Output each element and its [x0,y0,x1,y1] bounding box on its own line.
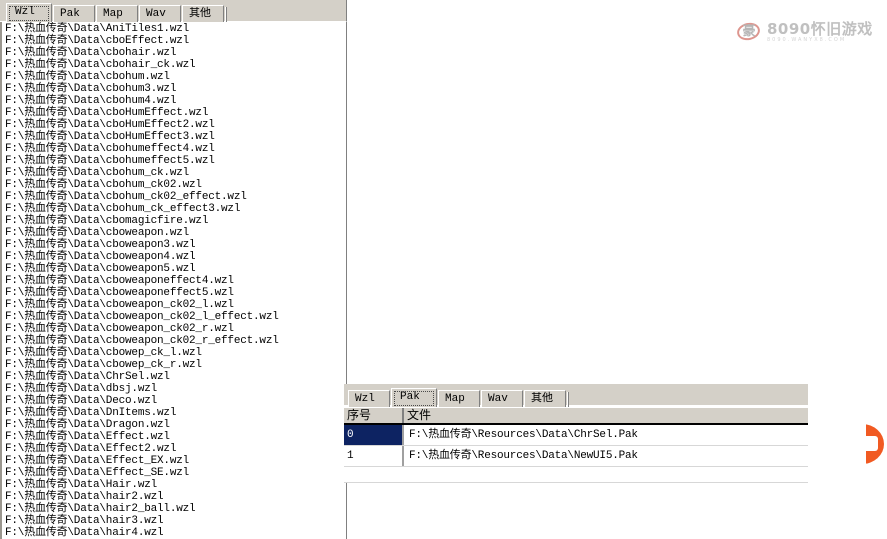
wzl-file-list-rows: F:\热血传奇\Data\AniTiles1.wzl F:\热血传奇\Data\c… [2,22,346,539]
wzl-list-item[interactable]: F:\热血传奇\Data\dbsj.wzl [5,383,346,395]
column-header-index[interactable]: 序号 [344,408,404,423]
logo-glyph: 豪 [742,24,756,39]
wzl-list-item[interactable]: F:\热血传奇\Data\cboweapon.wzl [5,227,346,239]
pak-row-file: F:\热血传奇\Resources\Data\NewUI5.Pak [409,450,638,462]
watermark-title: 8090怀旧游戏 [767,19,873,38]
wzl-list-item[interactable]: F:\热血传奇\Data\cbohumeffect5.wzl [5,155,346,167]
wzl-list-item[interactable]: F:\热血传奇\Data\cbohumeffect4.wzl [5,143,346,155]
pak-tab-wzl[interactable]: Wzl [348,390,390,407]
wzl-list-item[interactable]: F:\热血传奇\Data\cbohum_ck02_effect.wzl [5,191,346,203]
wzl-tab-strip: Wzl Pak Map Wav 其他 [0,0,347,22]
wzl-list-item[interactable]: F:\热血传奇\Data\cboweapon_ck02_r_effect.wzl [5,335,346,347]
edge-badge-notch [866,436,878,451]
tab-pak-label: Pak [60,8,80,20]
wzl-list-item[interactable]: F:\热血传奇\Data\cboEffect.wzl [5,35,346,47]
watermark-url: 8090.WANYX8.COM [767,36,847,43]
pak-row-file: F:\热血传奇\Resources\Data\ChrSel.Pak [409,429,638,441]
pak-grid-rows: 0 F:\热血传奇\Resources\Data\ChrSel.Pak 1 F:\热血… [344,425,808,467]
pak-tab-list: Wzl Pak Map Wav 其他 [348,388,570,407]
orange-edge-badge-icon [866,424,887,464]
wzl-list-item[interactable]: F:\热血传奇\Data\cboweapon4.wzl [5,251,346,263]
pak-row-index: 0 [344,425,404,445]
wzl-list-item[interactable]: F:\热血传奇\Data\cbohair_ck.wzl [5,59,346,71]
tab-wzl-label: Wzl [15,6,35,18]
wzl-list-item[interactable]: F:\热血传奇\Data\cbomagicfire.wzl [5,215,346,227]
wzl-list-item[interactable]: F:\热血传奇\Data\cboweaponeffect4.wzl [5,275,346,287]
pak-grid-row[interactable]: 0 F:\热血传奇\Resources\Data\ChrSel.Pak [344,425,808,446]
wzl-list-item[interactable]: F:\热血传奇\Data\cboweapon_ck02_l_effect.wzl [5,311,346,323]
wzl-list-item[interactable]: F:\热血传奇\Data\hair3.wzl [5,515,346,527]
pak-grid-header: 序号 文件 [344,407,808,425]
pak-grid-empty-row [344,467,808,483]
pak-tab-strip: Wzl Pak Map Wav 其他 [344,384,808,407]
site-watermark: 豪 8090怀旧游戏 8090.WANYX8.COM [735,19,880,45]
wzl-list-item[interactable]: F:\热血传奇\Data\cbohair.wzl [5,47,346,59]
tab-map[interactable]: Map [96,5,138,22]
wzl-list-item[interactable]: F:\热血传奇\Data\cbohum_ck02.wzl [5,179,346,191]
wzl-list-item[interactable]: F:\热血传奇\Data\ChrSel.wzl [5,371,346,383]
wzl-window: Wzl Pak Map Wav 其他 F:\热血传奇\Data\AniTiles… [0,0,347,539]
wzl-list-item[interactable]: F:\热血传奇\Data\DnItems.wzl [5,407,346,419]
wzl-list-item[interactable]: F:\热血传奇\Data\Effect.wzl [5,431,346,443]
wzl-list-item[interactable]: F:\热血传奇\Data\Dragon.wzl [5,419,346,431]
wzl-list-item[interactable]: F:\热血传奇\Data\Hair.wzl [5,479,346,491]
wzl-list-item[interactable]: F:\热血传奇\Data\Effect2.wzl [5,443,346,455]
tab-strip-end-divider [225,7,227,22]
wzl-list-item[interactable]: F:\热血传奇\Data\cboHumEffect3.wzl [5,131,346,143]
watermark-text: 8090怀旧游戏 8090.WANYX8.COM [767,21,873,44]
wzl-list-item[interactable]: F:\热血传奇\Data\cboweaponeffect5.wzl [5,287,346,299]
pak-tab-wav[interactable]: Wav [481,390,523,407]
pak-row-index: 1 [344,446,404,466]
wzl-list-item[interactable]: F:\热血传奇\Data\Effect_SE.wzl [5,467,346,479]
pak-tab-wzl-label: Wzl [355,393,375,405]
tab-pak[interactable]: Pak [53,5,95,22]
tab-wav[interactable]: Wav [139,5,181,22]
wzl-list-item[interactable]: F:\热血传奇\Data\hair4.wzl [5,527,346,539]
wzl-list-item[interactable]: F:\热血传奇\Data\cbohum4.wzl [5,95,346,107]
wzl-list-item[interactable]: F:\热血传奇\Data\cboHumEffect2.wzl [5,119,346,131]
wzl-list-item[interactable]: F:\热血传奇\Data\cboweapon_ck02_l.wzl [5,299,346,311]
tab-strip-end-divider [567,392,569,407]
tab-map-label: Map [103,8,123,20]
column-header-file[interactable]: 文件 [404,408,808,423]
wzl-list-item[interactable]: F:\热血传奇\Data\cboweapon_ck02_r.wzl [5,323,346,335]
wzl-list-item[interactable]: F:\热血传奇\Data\cbohum_ck.wzl [5,167,346,179]
pak-tab-wav-label: Wav [488,393,508,405]
wzl-list-item[interactable]: F:\热血传奇\Data\cboweapon5.wzl [5,263,346,275]
tab-wzl[interactable]: Wzl [6,3,52,22]
pak-tab-other[interactable]: 其他 [524,390,566,407]
pak-window: Wzl Pak Map Wav 其他 序号 文件 0 F:\热血传奇\Resour… [344,384,808,483]
pak-file-grid[interactable]: 序号 文件 0 F:\热血传奇\Resources\Data\ChrSel.Pak… [344,407,808,483]
wzl-list-item[interactable]: F:\热血传奇\Data\Effect_EX.wzl [5,455,346,467]
wzl-file-list[interactable]: F:\热血传奇\Data\AniTiles1.wzl F:\热血传奇\Data\c… [0,22,347,539]
wzl-list-item[interactable]: F:\热血传奇\Data\AniTiles1.wzl [5,23,346,35]
pak-grid-row[interactable]: 1 F:\热血传奇\Resources\Data\NewUI5.Pak [344,446,808,467]
wzl-list-item[interactable]: F:\热血传奇\Data\cbohum.wzl [5,71,346,83]
wzl-list-item[interactable]: F:\热血传奇\Data\hair2_ball.wzl [5,503,346,515]
wzl-list-item[interactable]: F:\热血传奇\Data\hair2.wzl [5,491,346,503]
tab-wav-label: Wav [146,8,166,20]
wzl-list-item[interactable]: F:\热血传奇\Data\cboweapon3.wzl [5,239,346,251]
wzl-list-item[interactable]: F:\热血传奇\Data\cbowep_ck_r.wzl [5,359,346,371]
pak-tab-pak-label: Pak [400,391,420,403]
wzl-list-item[interactable]: F:\热血传奇\Data\Deco.wzl [5,395,346,407]
wzl-list-item[interactable]: F:\热血传奇\Data\cbohum_ck_effect3.wzl [5,203,346,215]
pak-tab-map-label: Map [445,393,465,405]
wzl-tab-list: Wzl Pak Map Wav 其他 [6,3,228,22]
pak-tab-pak[interactable]: Pak [391,388,437,407]
wzl-list-item[interactable]: F:\热血传奇\Data\cbowep_ck_l.wzl [5,347,346,359]
wzl-list-item[interactable]: F:\热血传奇\Data\cbohum3.wzl [5,83,346,95]
tab-other-label: 其他 [189,8,211,20]
pak-tab-map[interactable]: Map [438,390,480,407]
pak-tab-other-label: 其他 [531,393,553,405]
tab-other[interactable]: 其他 [182,5,224,22]
8090-logo-icon: 豪 [735,20,762,43]
wzl-list-item[interactable]: F:\热血传奇\Data\cboHumEffect.wzl [5,107,346,119]
